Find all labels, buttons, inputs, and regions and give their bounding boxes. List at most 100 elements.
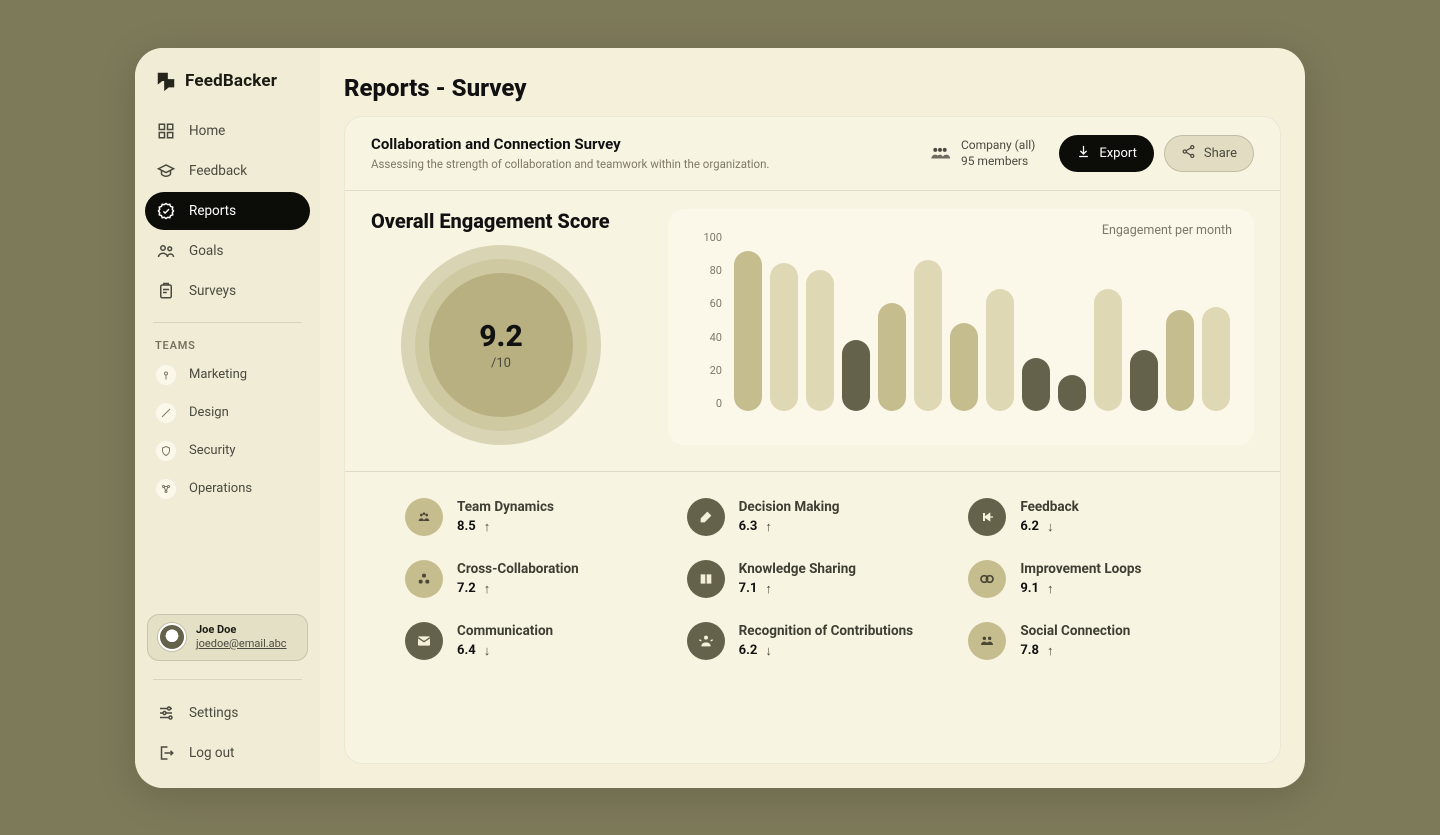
metric-value: 6.3↑ [739,519,840,535]
divider [153,679,302,680]
sidebar-bottom: Settings Log out [135,690,320,774]
share-icon [1181,144,1196,163]
metric-card[interactable]: Knowledge Sharing 7.1↑ [687,560,959,598]
nav-label: Reports [189,203,236,219]
metric-card[interactable]: Recognition of Contributions6.2↓ [687,622,959,660]
nav-settings[interactable]: Settings [145,694,310,732]
report-panel: Collaboration and Connection Survey Asse… [344,116,1281,764]
metric-icon [405,622,443,660]
team-operations[interactable]: Operations [135,470,320,508]
metric-card[interactable]: Feedback6.2↓ [968,498,1240,536]
nav-goals[interactable]: Goals [145,232,310,270]
nav: Home Feedback Reports Goals [135,106,320,312]
page-title: Reports - Survey [344,74,1305,116]
metric-text: Team Dynamics8.5↑ [457,499,554,535]
nav-reports[interactable]: Reports [145,192,310,230]
brand: FeedBacker [135,70,320,106]
nav-label: Home [189,123,225,139]
metric-card[interactable]: Team Dynamics8.5↑ [405,498,677,536]
y-tick: 0 [688,397,722,410]
design-icon [155,402,177,424]
metric-text: Feedback6.2↓ [1020,499,1079,535]
check-badge-icon [157,202,175,220]
metric-value: 6.2↓ [739,643,913,659]
metric-card[interactable]: Cross-Collaboration7.2↑ [405,560,677,598]
metrics-grid: Team Dynamics8.5↑ Decision Making6.3↑ Feed… [345,472,1280,763]
chart-bar [914,260,942,410]
chart-bar [770,263,798,410]
metric-value: 7.8↑ [1020,643,1130,659]
metric-icon [968,498,1006,536]
people-icon [157,242,175,260]
nav-label: Surveys [189,283,236,299]
company-scope: Company (all) 95 members [929,137,1035,169]
team-label: Security [189,443,236,458]
chart-bar [1022,358,1050,411]
team-label: Design [189,405,229,420]
nav-home[interactable]: Home [145,112,310,150]
metric-icon [405,498,443,536]
metric-text: Decision Making6.3↑ [739,499,840,535]
chart-bar [986,289,1014,411]
trend-down-icon: ↓ [1047,519,1054,535]
chart-bar [1130,350,1158,411]
score-block: Overall Engagement Score 9.2 /10 [371,209,644,445]
trend-down-icon: ↓ [765,643,772,659]
people-group-icon [929,145,951,161]
security-icon [155,440,177,462]
metric-card[interactable]: Improvement Loops 9.1↑ [968,560,1240,598]
nav-logout[interactable]: Log out [145,734,310,772]
panel-body: Overall Engagement Score 9.2 /10 [345,191,1280,763]
panel-header: Collaboration and Connection Survey Asse… [345,117,1280,191]
metric-icon [687,498,725,536]
main: Reports - Survey Collaboration and Conne… [320,48,1305,788]
nav-label: Feedback [189,163,247,179]
company-scope-label: Company (all) [961,137,1035,153]
metric-name: Knowledge Sharing [739,561,856,577]
metric-value: 7.1↑ [739,581,856,597]
metric-value: 7.2↑ [457,581,579,597]
chart-bar [878,303,906,410]
metric-card[interactable]: Decision Making6.3↑ [687,498,959,536]
academic-cap-icon [157,162,175,180]
team-security[interactable]: Security [135,432,320,470]
profile-text: Joe Doe joedoe@email.abc [196,623,287,652]
trend-up-icon: ↑ [765,581,772,597]
metric-value: 9.1↑ [1020,581,1141,597]
chart-bar [950,323,978,411]
metric-text: Social Connection7.8↑ [1020,623,1130,659]
grid-icon [157,122,175,140]
chart-bars [730,231,1234,411]
survey-head: Collaboration and Connection Survey Asse… [371,135,905,171]
score-title: Overall Engagement Score [371,209,644,233]
metric-card[interactable]: Social Connection7.8↑ [968,622,1240,660]
metric-name: Improvement Loops [1020,561,1141,577]
nav-label: Log out [189,745,234,761]
team-design[interactable]: Design [135,394,320,432]
team-label: Operations [189,481,252,496]
team-marketing[interactable]: Marketing [135,356,320,394]
metric-text: Improvement Loops 9.1↑ [1020,561,1141,597]
y-tick: 60 [688,297,722,310]
score-donut: 9.2 /10 [401,245,601,445]
trend-down-icon: ↓ [484,643,491,659]
chart-y-axis: 100 80 60 40 20 0 [688,231,730,411]
y-tick: 40 [688,331,722,344]
nav-feedback[interactable]: Feedback [145,152,310,190]
export-button[interactable]: Export [1059,135,1154,172]
logout-icon [157,744,175,762]
avatar [158,623,186,651]
metric-icon [687,560,725,598]
engagement-chart: Engagement per month 100 80 60 40 20 0 [668,209,1254,445]
trend-up-icon: ↑ [484,581,491,597]
metric-icon [968,560,1006,598]
trend-up-icon: ↑ [765,519,772,535]
profile-card[interactable]: Joe Doe joedoe@email.abc [147,614,308,661]
trend-up-icon: ↑ [484,519,491,535]
profile-email: joedoe@email.abc [196,637,287,651]
metric-text: Recognition of Contributions6.2↓ [739,623,913,659]
profile-name: Joe Doe [196,623,287,637]
share-button[interactable]: Share [1164,135,1254,172]
nav-surveys[interactable]: Surveys [145,272,310,310]
metric-card[interactable]: Communication6.4↓ [405,622,677,660]
